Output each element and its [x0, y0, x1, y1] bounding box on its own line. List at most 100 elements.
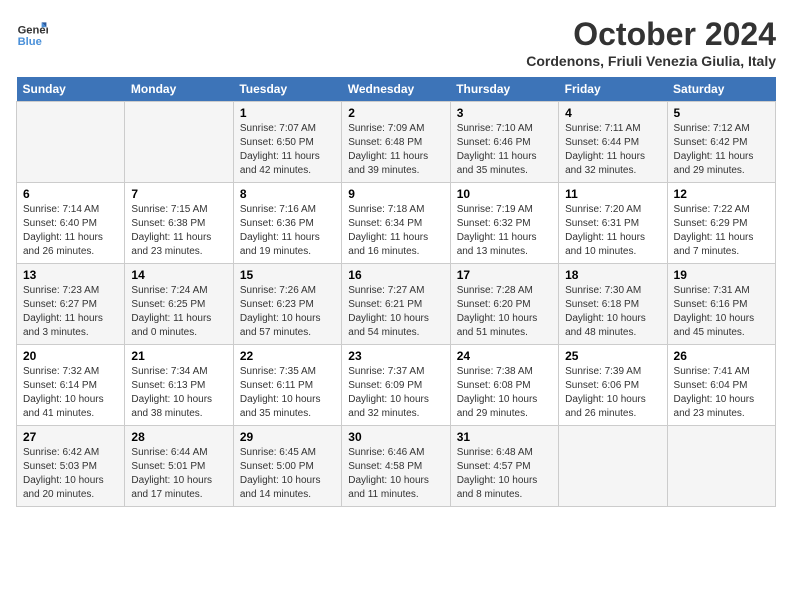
calendar-day-cell	[125, 102, 233, 183]
day-number: 11	[565, 187, 660, 201]
day-info: Sunrise: 6:44 AMSunset: 5:01 PMDaylight:…	[131, 446, 226, 502]
calendar-week-row: 1 Sunrise: 7:07 AMSunset: 6:50 PMDaylight…	[17, 102, 776, 183]
calendar-day-cell: 2 Sunrise: 7:09 AMSunset: 6:48 PMDaylight…	[342, 102, 450, 183]
day-number: 8	[240, 187, 335, 201]
title-block: October 2024 Cordenons, Friuli Venezia G…	[526, 16, 776, 69]
calendar-day-cell: 14 Sunrise: 7:24 AMSunset: 6:25 PMDayligh…	[125, 264, 233, 345]
day-info: Sunrise: 6:48 AMSunset: 4:57 PMDaylight:…	[457, 446, 552, 502]
day-number: 9	[348, 187, 443, 201]
day-info: Sunrise: 7:41 AMSunset: 6:04 PMDaylight:…	[674, 365, 769, 421]
day-info: Sunrise: 7:09 AMSunset: 6:48 PMDaylight:…	[348, 122, 443, 178]
calendar-day-cell: 23 Sunrise: 7:37 AMSunset: 6:09 PMDayligh…	[342, 345, 450, 426]
day-number: 18	[565, 268, 660, 282]
day-number: 1	[240, 106, 335, 120]
calendar-day-cell: 28 Sunrise: 6:44 AMSunset: 5:01 PMDayligh…	[125, 426, 233, 507]
calendar-table: SundayMondayTuesdayWednesdayThursdayFrid…	[16, 77, 776, 507]
day-info: Sunrise: 7:20 AMSunset: 6:31 PMDaylight:…	[565, 203, 660, 259]
day-number: 14	[131, 268, 226, 282]
calendar-day-cell: 16 Sunrise: 7:27 AMSunset: 6:21 PMDayligh…	[342, 264, 450, 345]
month-title: October 2024	[526, 16, 776, 53]
day-number: 29	[240, 430, 335, 444]
day-info: Sunrise: 7:19 AMSunset: 6:32 PMDaylight:…	[457, 203, 552, 259]
day-number: 16	[348, 268, 443, 282]
day-of-week-header: Sunday	[17, 77, 125, 102]
day-number: 24	[457, 349, 552, 363]
day-info: Sunrise: 7:35 AMSunset: 6:11 PMDaylight:…	[240, 365, 335, 421]
day-number: 25	[565, 349, 660, 363]
calendar-week-row: 20 Sunrise: 7:32 AMSunset: 6:14 PMDayligh…	[17, 345, 776, 426]
calendar-day-cell: 27 Sunrise: 6:42 AMSunset: 5:03 PMDayligh…	[17, 426, 125, 507]
day-info: Sunrise: 7:11 AMSunset: 6:44 PMDaylight:…	[565, 122, 660, 178]
calendar-body: 1 Sunrise: 7:07 AMSunset: 6:50 PMDaylight…	[17, 102, 776, 507]
day-info: Sunrise: 7:38 AMSunset: 6:08 PMDaylight:…	[457, 365, 552, 421]
day-number: 4	[565, 106, 660, 120]
day-number: 13	[23, 268, 118, 282]
calendar-day-cell: 25Sunrise: 7:39 AMSunset: 6:06 PMDayligh…	[559, 345, 667, 426]
calendar-week-row: 13Sunrise: 7:23 AMSunset: 6:27 PMDayligh…	[17, 264, 776, 345]
page-header: General Blue October 2024 Cordenons, Fri…	[16, 16, 776, 69]
day-of-week-header: Saturday	[667, 77, 775, 102]
day-number: 20	[23, 349, 118, 363]
calendar-day-cell: 9 Sunrise: 7:18 AMSunset: 6:34 PMDaylight…	[342, 183, 450, 264]
calendar-day-cell	[17, 102, 125, 183]
calendar-day-cell: 21Sunrise: 7:34 AMSunset: 6:13 PMDayligh…	[125, 345, 233, 426]
day-number: 19	[674, 268, 769, 282]
day-number: 30	[348, 430, 443, 444]
calendar-week-row: 6Sunrise: 7:14 AMSunset: 6:40 PMDaylight…	[17, 183, 776, 264]
day-info: Sunrise: 7:10 AMSunset: 6:46 PMDaylight:…	[457, 122, 552, 178]
day-info: Sunrise: 7:34 AMSunset: 6:13 PMDaylight:…	[131, 365, 226, 421]
calendar-day-cell: 31 Sunrise: 6:48 AMSunset: 4:57 PMDayligh…	[450, 426, 558, 507]
day-number: 10	[457, 187, 552, 201]
calendar-day-cell: 29Sunrise: 6:45 AMSunset: 5:00 PMDayligh…	[233, 426, 341, 507]
day-of-week-header: Wednesday	[342, 77, 450, 102]
day-info: Sunrise: 7:37 AMSunset: 6:09 PMDaylight:…	[348, 365, 443, 421]
calendar-day-cell: 15Sunrise: 7:26 AMSunset: 6:23 PMDayligh…	[233, 264, 341, 345]
svg-text:Blue: Blue	[18, 36, 42, 48]
day-info: Sunrise: 7:22 AMSunset: 6:29 PMDaylight:…	[674, 203, 769, 259]
day-info: Sunrise: 7:12 AMSunset: 6:42 PMDaylight:…	[674, 122, 769, 178]
day-number: 31	[457, 430, 552, 444]
day-of-week-header: Tuesday	[233, 77, 341, 102]
logo: General Blue	[16, 16, 48, 48]
day-number: 2	[348, 106, 443, 120]
calendar-day-cell: 8 Sunrise: 7:16 AMSunset: 6:36 PMDaylight…	[233, 183, 341, 264]
location: Cordenons, Friuli Venezia Giulia, Italy	[526, 53, 776, 69]
calendar-day-cell: 4 Sunrise: 7:11 AMSunset: 6:44 PMDaylight…	[559, 102, 667, 183]
day-number: 23	[348, 349, 443, 363]
day-info: Sunrise: 7:28 AMSunset: 6:20 PMDaylight:…	[457, 284, 552, 340]
day-info: Sunrise: 7:32 AMSunset: 6:14 PMDaylight:…	[23, 365, 118, 421]
day-info: Sunrise: 7:24 AMSunset: 6:25 PMDaylight:…	[131, 284, 226, 340]
calendar-day-cell	[667, 426, 775, 507]
calendar-day-cell: 13Sunrise: 7:23 AMSunset: 6:27 PMDayligh…	[17, 264, 125, 345]
day-number: 28	[131, 430, 226, 444]
logo-icon: General Blue	[16, 16, 48, 48]
calendar-day-cell: 26 Sunrise: 7:41 AMSunset: 6:04 PMDayligh…	[667, 345, 775, 426]
day-of-week-header: Friday	[559, 77, 667, 102]
calendar-day-cell: 7Sunrise: 7:15 AMSunset: 6:38 PMDaylight…	[125, 183, 233, 264]
calendar-day-cell: 17Sunrise: 7:28 AMSunset: 6:20 PMDayligh…	[450, 264, 558, 345]
day-number: 27	[23, 430, 118, 444]
day-info: Sunrise: 7:30 AMSunset: 6:18 PMDaylight:…	[565, 284, 660, 340]
calendar-day-cell: 18 Sunrise: 7:30 AMSunset: 6:18 PMDayligh…	[559, 264, 667, 345]
calendar-day-cell: 1 Sunrise: 7:07 AMSunset: 6:50 PMDaylight…	[233, 102, 341, 183]
day-number: 3	[457, 106, 552, 120]
day-info: Sunrise: 7:27 AMSunset: 6:21 PMDaylight:…	[348, 284, 443, 340]
day-info: Sunrise: 7:16 AMSunset: 6:36 PMDaylight:…	[240, 203, 335, 259]
day-of-week-header: Monday	[125, 77, 233, 102]
calendar-day-cell: 30Sunrise: 6:46 AMSunset: 4:58 PMDayligh…	[342, 426, 450, 507]
day-number: 15	[240, 268, 335, 282]
calendar-day-cell: 24 Sunrise: 7:38 AMSunset: 6:08 PMDayligh…	[450, 345, 558, 426]
day-number: 5	[674, 106, 769, 120]
day-info: Sunrise: 7:14 AMSunset: 6:40 PMDaylight:…	[23, 203, 118, 259]
calendar-day-cell: 12 Sunrise: 7:22 AMSunset: 6:29 PMDayligh…	[667, 183, 775, 264]
day-info: Sunrise: 6:42 AMSunset: 5:03 PMDaylight:…	[23, 446, 118, 502]
day-info: Sunrise: 7:07 AMSunset: 6:50 PMDaylight:…	[240, 122, 335, 178]
day-number: 26	[674, 349, 769, 363]
day-number: 12	[674, 187, 769, 201]
day-number: 22	[240, 349, 335, 363]
day-of-week-header: Thursday	[450, 77, 558, 102]
calendar-day-cell: 3 Sunrise: 7:10 AMSunset: 6:46 PMDaylight…	[450, 102, 558, 183]
day-info: Sunrise: 7:18 AMSunset: 6:34 PMDaylight:…	[348, 203, 443, 259]
day-info: Sunrise: 7:15 AMSunset: 6:38 PMDaylight:…	[131, 203, 226, 259]
calendar-day-cell: 11 Sunrise: 7:20 AMSunset: 6:31 PMDayligh…	[559, 183, 667, 264]
